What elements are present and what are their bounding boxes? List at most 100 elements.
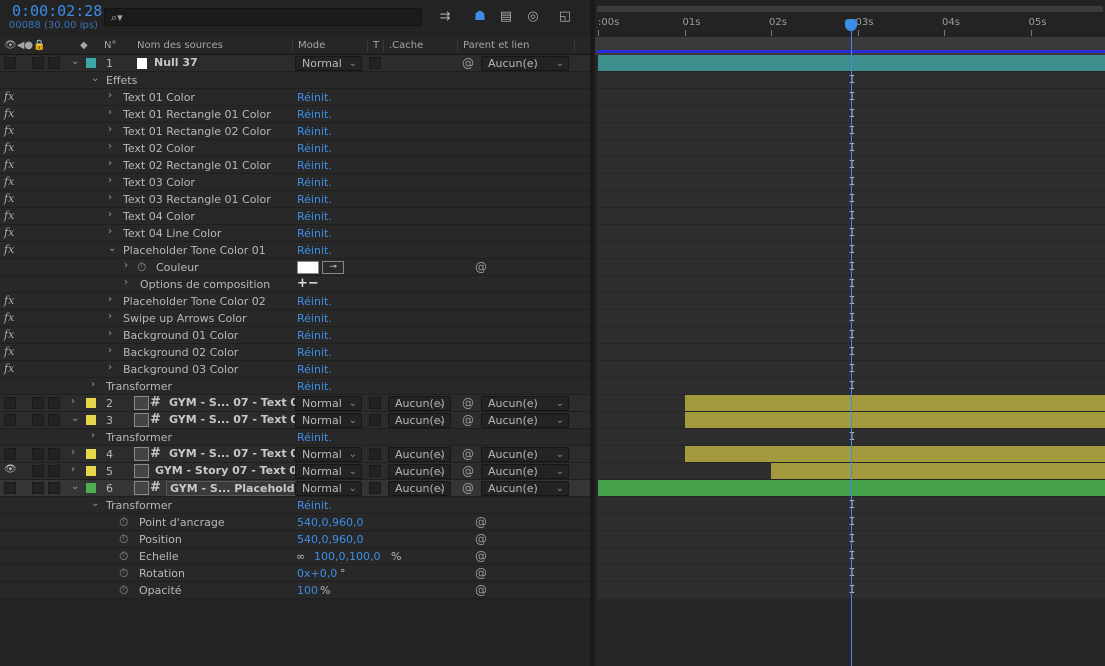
layer-name[interactable]: Null 37 [151,56,201,71]
label-color-swatch[interactable] [86,415,96,425]
lock-toggle[interactable] [48,414,60,426]
stopwatch-icon[interactable]: ⏱ [119,583,128,598]
pick-whip-icon[interactable]: @ [462,481,474,495]
comp-flowchart-icon[interactable]: ⇉ [436,9,454,25]
time-navigator[interactable] [597,6,1103,12]
reset-link[interactable]: Réinit. [297,159,332,172]
pick-whip-icon[interactable]: @ [475,549,487,563]
label-color-swatch[interactable] [86,483,96,493]
fx-icon[interactable]: fx [4,345,14,358]
layer-row[interactable]: › 2 # GYM - S... 07 - Text 01 Normal ⌄ Aucun(e… [0,395,590,412]
visibility-toggle[interactable] [4,57,16,69]
layer-row[interactable]: ⌄ 1 Null 37 Normal ⌄ @ Aucun(e) ⌄ [0,55,590,72]
motion-blur-icon[interactable]: ◎ [524,9,542,25]
fx-icon[interactable]: fx [4,362,14,375]
stopwatch-icon[interactable]: ⏱ [137,260,146,275]
track-matte-dropdown[interactable]: Aucun(e) ⌄ [388,396,451,411]
twirl-chevron-icon[interactable]: › [108,192,112,203]
twirl-chevron-icon[interactable]: ⌄ [91,498,99,509]
twirl-chevron-icon[interactable]: ⌄ [91,73,99,84]
property-value[interactable]: 0x+0,0 [297,567,337,580]
reset-link[interactable]: Réinit. [297,193,332,206]
track-matte-toggle[interactable] [369,482,381,494]
twirl-chevron-icon[interactable]: › [71,396,75,407]
pick-whip-icon[interactable]: @ [462,413,474,427]
track-matte-dropdown[interactable]: Aucun(e) ⌄ [388,413,451,428]
parent-dropdown[interactable]: Aucun(e) ⌄ [481,413,569,428]
track-matte-dropdown[interactable]: Aucun(e) ⌄ [388,447,451,462]
property-row[interactable]: fx ⌄ Placeholder Tone Color 01 Réinit. [0,242,590,259]
lock-toggle[interactable] [48,465,60,477]
visibility-toggle[interactable]: 👁 [4,464,17,476]
label-color-swatch[interactable] [86,58,96,68]
solo-toggle[interactable] [32,57,44,69]
track-matte-toggle[interactable] [369,57,381,69]
layer-duration-bar[interactable] [771,463,1105,479]
parent-dropdown[interactable]: Aucun(e) ⌄ [481,464,569,479]
solo-toggle[interactable] [32,397,44,409]
fx-icon[interactable]: fx [4,243,14,256]
fx-icon[interactable]: fx [4,226,14,239]
fx-icon[interactable]: fx [4,90,14,103]
stopwatch-icon[interactable]: ⏱ [119,549,128,564]
twirl-chevron-icon[interactable]: ⌄ [71,56,79,67]
layer-duration-bar[interactable] [684,412,1105,428]
mode-dropdown[interactable]: Normal ⌄ [295,413,362,428]
property-row[interactable]: fx › Text 04 Color Réinit. [0,208,590,225]
property-row[interactable]: › Transformer Réinit. [0,429,590,446]
property-row[interactable]: ⏱ Position 540,0,960,0 @ [0,531,590,548]
property-row[interactable]: fx › Swipe up Arrows Color Réinit. [0,310,590,327]
layer-row[interactable]: ⌄ 6 # GYM - S... Placeholder Normal ⌄ Aucun(e)… [0,480,590,497]
layer-row[interactable]: › 4 # GYM - S... 07 - Text 03 Normal ⌄ Aucun(e… [0,446,590,463]
visibility-toggle[interactable] [4,482,16,494]
layer-duration-bar[interactable] [684,446,1105,462]
twirl-chevron-icon[interactable]: › [108,226,112,237]
add-remove-buttons[interactable]: +− [297,276,319,291]
property-row[interactable]: ⌄ Effets [0,72,590,89]
property-row[interactable]: fx › Background 01 Color Réinit. [0,327,590,344]
property-row[interactable]: fx › Text 02 Color Réinit. [0,140,590,157]
stopwatch-icon[interactable]: ⏱ [119,515,128,530]
column-parent[interactable]: Parent et lien [463,40,530,51]
visibility-toggle[interactable] [4,448,16,460]
property-row[interactable]: fx › Text 01 Rectangle 01 Color Réinit. [0,106,590,123]
reset-link[interactable]: Réinit. [297,499,332,512]
reset-link[interactable]: Réinit. [297,329,332,342]
stopwatch-icon[interactable]: ⏱ [119,532,128,547]
reset-link[interactable]: Réinit. [297,346,332,359]
property-row[interactable]: ⌄ Transformer Réinit. [0,497,590,514]
property-row[interactable]: ⏱ Opacité 100% @ [0,582,590,599]
track-matte-toggle[interactable] [369,448,381,460]
graph-editor-icon[interactable]: ◱ [556,9,574,25]
track-matte-toggle[interactable] [369,465,381,477]
layer-name[interactable]: GYM - S... Placeholder [166,481,312,496]
fx-icon[interactable]: fx [4,107,14,120]
mode-dropdown[interactable]: Normal ⌄ [295,396,362,411]
reset-link[interactable]: Réinit. [297,380,332,393]
draft-3d-icon[interactable]: ☗ [471,9,489,25]
property-row[interactable]: fx › Text 02 Rectangle 01 Color Réinit. [0,157,590,174]
twirl-chevron-icon[interactable]: › [124,260,128,271]
mode-dropdown[interactable]: Normal ⌄ [295,464,362,479]
property-row[interactable]: fx › Background 02 Color Réinit. [0,344,590,361]
mode-dropdown[interactable]: Normal ⌄ [295,447,362,462]
solo-toggle[interactable] [32,448,44,460]
property-value[interactable]: 100 [297,584,318,597]
mode-dropdown[interactable]: Normal ⌄ [295,56,362,71]
mode-dropdown[interactable]: Normal ⌄ [295,481,362,496]
pick-whip-icon[interactable]: @ [462,396,474,410]
reset-link[interactable]: Réinit. [297,210,332,223]
solo-toggle[interactable] [32,482,44,494]
twirl-chevron-icon[interactable]: › [71,447,75,458]
search-input[interactable]: ⌕▾ [104,8,422,26]
reset-link[interactable]: Réinit. [297,431,332,444]
color-swatch[interactable] [297,261,319,274]
property-row[interactable]: ⏱ Echelle ∞ 100,0,100,0% @ [0,548,590,565]
property-row[interactable]: fx › Placeholder Tone Color 02 Réinit. [0,293,590,310]
fx-icon[interactable]: fx [4,175,14,188]
layer-row[interactable]: 👁 › 5 GYM - Story 07 - Text 04 Normal ⌄ Aucun(… [0,463,590,480]
twirl-chevron-icon[interactable]: › [108,209,112,220]
property-row[interactable]: fx › Text 03 Rectangle 01 Color Réinit. [0,191,590,208]
fx-icon[interactable]: fx [4,192,14,205]
solo-toggle[interactable] [32,414,44,426]
